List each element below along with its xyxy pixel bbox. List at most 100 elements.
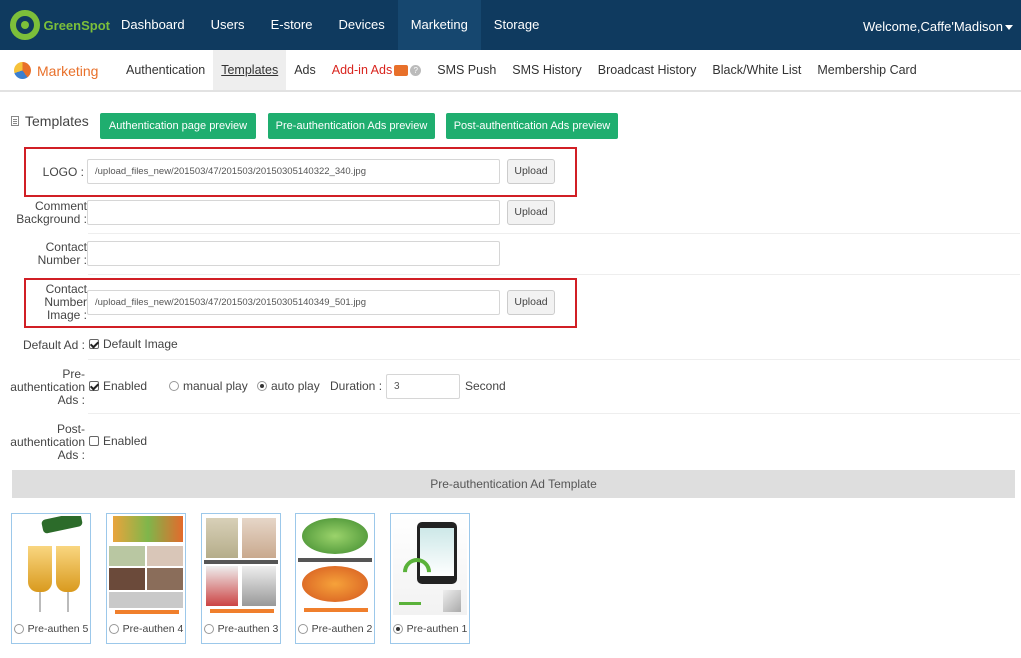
duration-input[interactable]: 3: [386, 374, 460, 399]
pre-auth-enabled-option[interactable]: Enabled: [89, 379, 147, 393]
template-radio-3[interactable]: [203, 624, 214, 634]
template-card-2[interactable]: Pre-authen 2: [295, 513, 375, 644]
user-menu[interactable]: Welcome,Caffe'Madison: [863, 0, 1013, 50]
templates-title: Templates: [25, 113, 89, 129]
fries-plate: [302, 566, 368, 602]
caret-down-icon: [1005, 25, 1013, 31]
nav-users[interactable]: Users: [198, 0, 258, 50]
champagne-image: [14, 516, 88, 615]
auth-page-preview-button[interactable]: Authentication page preview: [100, 113, 256, 139]
free-wifi-image: [393, 516, 467, 615]
manual-play-radio[interactable]: [169, 381, 179, 391]
pie-chart-icon: [14, 62, 31, 79]
template-label-2: Pre-authen 2: [311, 623, 373, 635]
logo-path-input[interactable]: /upload_files_new/201503/47/201503/20150…: [87, 159, 500, 184]
row-divider: [88, 413, 1020, 414]
template-option-3[interactable]: Pre-authen 3: [202, 618, 280, 640]
nav-storage[interactable]: Storage: [481, 0, 553, 50]
tab-black-white-list[interactable]: Black/White List: [704, 50, 809, 90]
template-option-5[interactable]: Pre-authen 5: [12, 618, 90, 640]
auto-play-option[interactable]: auto play: [257, 379, 320, 393]
template-radio-5[interactable]: [13, 624, 24, 634]
post-auth-ads-preview-button[interactable]: Post-authentication Ads preview: [446, 113, 618, 139]
tab-ads[interactable]: Ads: [286, 50, 324, 90]
tab-sms-push[interactable]: SMS Push: [429, 50, 504, 90]
comment-background-label: Comment Background :: [10, 200, 87, 226]
fashion-divider: [204, 560, 278, 564]
food-cell: [109, 546, 145, 566]
templates-header: Templates: [11, 113, 89, 129]
tab-sms-history[interactable]: SMS History: [504, 50, 589, 90]
stem-shape: [39, 592, 41, 612]
post-auth-enabled-option[interactable]: Enabled: [89, 434, 147, 448]
nav-estore[interactable]: E-store: [258, 0, 326, 50]
template-option-4[interactable]: Pre-authen 4: [107, 618, 185, 640]
section-title: Marketing: [14, 62, 98, 79]
food-cell: [109, 592, 183, 608]
pre-auth-ads-label-line3: Ads :: [57, 393, 85, 407]
stem-shape: [67, 592, 69, 612]
tab-broadcast-history[interactable]: Broadcast History: [590, 50, 705, 90]
pre-auth-enabled-checkbox[interactable]: [89, 381, 99, 391]
duration-label: Duration :: [330, 379, 383, 393]
template-card-5[interactable]: Pre-authen 5: [11, 513, 91, 644]
default-image-option[interactable]: Default Image: [89, 337, 178, 351]
fashion-cell: [206, 566, 238, 606]
tab-membership-card[interactable]: Membership Card: [809, 50, 924, 90]
brand-logo[interactable]: GreenSpot: [10, 10, 110, 40]
default-image-checkbox[interactable]: [89, 339, 99, 349]
tab-templates[interactable]: Templates: [213, 50, 287, 90]
contact-image-path-input[interactable]: /upload_files_new/201503/47/201503/20150…: [87, 290, 500, 315]
nav-devices[interactable]: Devices: [325, 0, 397, 50]
template-option-1[interactable]: Pre-authen 1: [391, 618, 469, 640]
ad-template-header: Pre-authentication Ad Template: [12, 470, 1015, 498]
template-radio-4[interactable]: [108, 624, 119, 634]
fashion-cell: [242, 566, 276, 606]
hot-badge-icon: [394, 65, 409, 77]
divider-strip: [298, 558, 372, 562]
tab-authentication[interactable]: Authentication: [118, 50, 213, 90]
auto-play-label: auto play: [271, 379, 320, 393]
nav-marketing[interactable]: Marketing: [397, 0, 481, 50]
logo-upload-button[interactable]: Upload: [507, 159, 555, 184]
template-label-5: Pre-authen 5: [27, 623, 89, 635]
template-label-4: Pre-authen 4: [122, 623, 184, 635]
help-icon[interactable]: ?: [410, 65, 422, 77]
nav-dashboard[interactable]: Dashboard: [108, 0, 198, 50]
template-option-2[interactable]: Pre-authen 2: [296, 618, 374, 640]
auto-play-radio[interactable]: [257, 381, 267, 391]
template-radio-1[interactable]: [392, 624, 403, 634]
template-card-1[interactable]: Pre-authen 1: [390, 513, 470, 644]
salad-bowl: [302, 518, 368, 554]
tab-add-in-ads[interactable]: Add-in Ads?: [324, 50, 429, 90]
food-cell: [109, 568, 145, 590]
contact-image-upload-button[interactable]: Upload: [507, 290, 555, 315]
document-icon: [11, 116, 19, 126]
sub-navbar: Marketing Authentication Templates Ads A…: [0, 50, 1021, 92]
glass-shape: [28, 546, 52, 592]
template-card-4[interactable]: Pre-authen 4: [106, 513, 186, 644]
orange-strip: [115, 610, 179, 614]
contact-image-label-line3: Image :: [46, 308, 87, 322]
comment-background-input[interactable]: [87, 200, 500, 225]
post-auth-enabled-checkbox[interactable]: [89, 436, 99, 446]
default-ad-label: Default Ad :: [22, 338, 85, 352]
template-label-1: Pre-authen 1: [406, 623, 468, 635]
fashion-cell: [242, 518, 276, 558]
main-nav: Dashboard Users E-store Devices Marketin…: [108, 0, 552, 50]
paper-plane-shape: [443, 590, 461, 612]
fashion-cell: [206, 518, 238, 558]
comment-background-upload-button[interactable]: Upload: [507, 200, 555, 225]
pre-auth-enabled-label: Enabled: [103, 379, 148, 393]
template-card-3[interactable]: Pre-authen 3: [201, 513, 281, 644]
pre-auth-ads-preview-button[interactable]: Pre-authentication Ads preview: [268, 113, 435, 139]
top-navbar: GreenSpot Dashboard Users E-store Device…: [0, 0, 1021, 50]
contact-number-input[interactable]: [87, 241, 500, 266]
manual-play-option[interactable]: manual play: [169, 379, 248, 393]
template-radio-2[interactable]: [297, 624, 308, 634]
post-auth-enabled-label: Enabled: [103, 434, 148, 448]
salad-image: [298, 516, 372, 615]
logo-label: LOGO :: [42, 165, 84, 179]
orange-strip: [304, 608, 368, 612]
section-title-label: Marketing: [37, 62, 99, 79]
